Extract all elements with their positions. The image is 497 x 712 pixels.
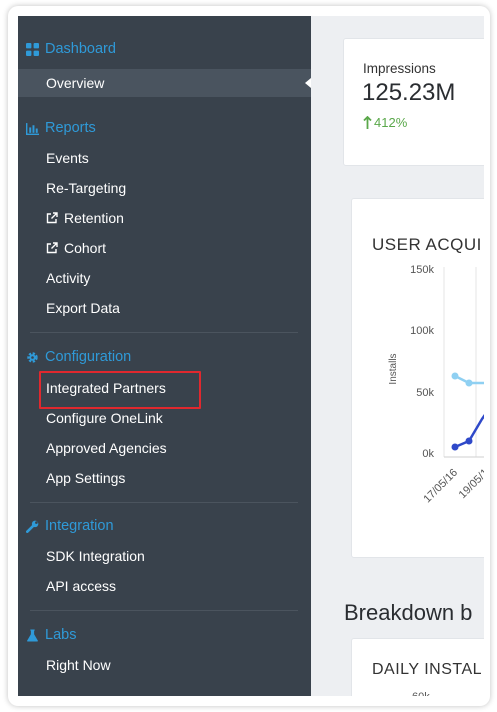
- sidebar-divider: [30, 332, 298, 333]
- gear-icon: [27, 351, 38, 363]
- x-tick-label: 17/05/16: [421, 467, 460, 506]
- flask-icon: [27, 629, 38, 641]
- impressions-card: Impressions 125.23M 412%: [343, 38, 484, 166]
- sidebar-section-label: Dashboard: [45, 41, 116, 57]
- sidebar-item-re-targeting[interactable]: Re-Targeting: [18, 174, 311, 202]
- y-tick-label: 100k: [410, 325, 434, 337]
- y-tick-label: 150k: [410, 264, 434, 276]
- kpi-delta-value: 412%: [374, 115, 408, 130]
- sidebar-item-label: Re-Targeting: [46, 180, 127, 196]
- external-link-icon: [46, 242, 58, 254]
- sidebar-item-events[interactable]: Events: [18, 144, 311, 172]
- y-tick-label: 60k: [412, 691, 430, 696]
- sidebar-item-label: Overview: [46, 75, 105, 91]
- sidebar-section-reports[interactable]: Reports: [18, 115, 311, 141]
- sidebar: Dashboard Overview Reports Events Re-Tar…: [18, 16, 311, 696]
- sidebar-item-cohort[interactable]: Cohort: [18, 234, 311, 262]
- sidebar-item-label: API access: [46, 578, 117, 594]
- sidebar-item-app-settings[interactable]: App Settings: [18, 464, 311, 492]
- sidebar-section-label: Configuration: [45, 349, 132, 365]
- sidebar-divider: [30, 502, 298, 503]
- arrow-up-icon: [363, 116, 372, 129]
- sidebar-item-label: App Settings: [46, 470, 126, 486]
- kpi-label: Impressions: [363, 61, 436, 76]
- user-acquisition-card: USER ACQUI 150k 100k 50k 0k Installs 17/…: [351, 198, 484, 558]
- bar-chart-icon: [26, 122, 39, 135]
- wrench-icon: [26, 520, 39, 533]
- data-point: [465, 379, 473, 387]
- breakdown-heading: Breakdown b: [344, 600, 473, 625]
- y-axis-label: Installs: [388, 353, 399, 384]
- sidebar-item-label: Configure OneLink: [46, 410, 163, 426]
- data-point: [451, 443, 459, 451]
- dashboard-grid-icon: [26, 42, 39, 56]
- y-tick-label: 0k: [422, 448, 434, 460]
- sidebar-item-label: Right Now: [46, 657, 111, 673]
- sidebar-item-label: Cohort: [64, 240, 107, 256]
- sidebar-section-label: Integration: [45, 518, 114, 534]
- sidebar-item-activity[interactable]: Activity: [18, 264, 311, 292]
- data-point: [451, 372, 459, 380]
- sidebar-item-overview[interactable]: Overview: [18, 69, 311, 97]
- sidebar-item-api-access[interactable]: API access: [18, 572, 311, 600]
- external-link-icon: [46, 212, 58, 224]
- y-tick-label: 50k: [416, 387, 434, 399]
- user-acquisition-chart: 150k 100k 50k 0k Installs 17/05/16 19/05…: [388, 264, 484, 506]
- sidebar-item-label: Export Data: [46, 300, 120, 316]
- x-tick-label: 19/05/1: [457, 467, 484, 501]
- sidebar-item-sdk-integration[interactable]: SDK Integration: [18, 542, 311, 570]
- sidebar-item-label: Retention: [64, 210, 124, 226]
- sidebar-section-configuration[interactable]: Configuration: [18, 344, 311, 370]
- sidebar-section-label: Reports: [45, 120, 96, 136]
- kpi-delta: 412%: [363, 115, 407, 130]
- sidebar-item-label: Events: [46, 150, 89, 166]
- sidebar-section-dashboard[interactable]: Dashboard: [18, 36, 311, 62]
- highlight-box: [39, 371, 201, 409]
- data-point: [465, 437, 473, 445]
- sidebar-section-labs[interactable]: Labs: [18, 622, 311, 648]
- sidebar-item-label: Approved Agencies: [46, 440, 167, 456]
- sidebar-section-integration[interactable]: Integration: [18, 513, 311, 539]
- sidebar-item-label: SDK Integration: [46, 548, 145, 564]
- chart-title: DAILY INSTAL: [372, 661, 483, 678]
- app-window: Dashboard Overview Reports Events Re-Tar…: [8, 6, 490, 706]
- sidebar-divider: [30, 610, 298, 611]
- daily-installs-card: DAILY INSTAL 60k: [351, 638, 484, 696]
- sidebar-item-retention[interactable]: Retention: [18, 204, 311, 232]
- main-content: Impressions 125.23M 412% USER ACQUI 150k…: [311, 16, 484, 696]
- sidebar-item-export-data[interactable]: Export Data: [18, 294, 311, 322]
- sidebar-item-approved-agencies[interactable]: Approved Agencies: [18, 434, 311, 462]
- sidebar-item-label: Activity: [46, 270, 91, 286]
- sidebar-item-right-now[interactable]: Right Now: [18, 651, 311, 679]
- kpi-value: 125.23M: [362, 79, 456, 106]
- sidebar-section-label: Labs: [45, 627, 77, 643]
